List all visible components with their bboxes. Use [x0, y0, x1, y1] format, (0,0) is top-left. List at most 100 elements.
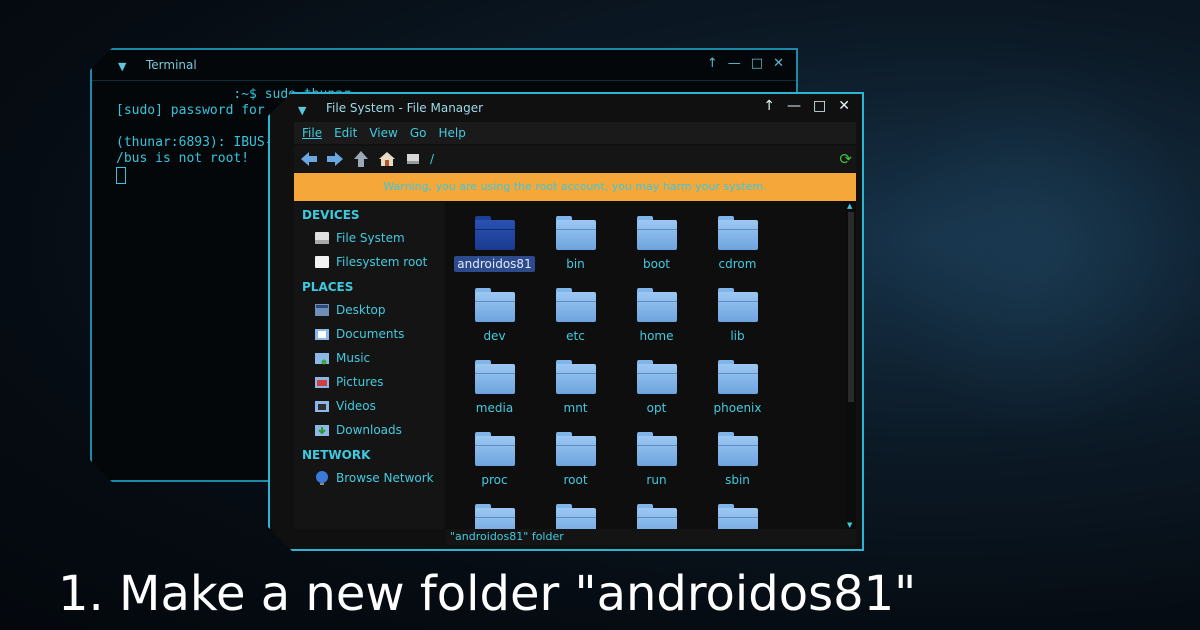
folder-name: opt [646, 401, 667, 415]
folder-item[interactable]: boot [616, 212, 697, 284]
back-arrow-icon[interactable] [300, 150, 318, 168]
path-label[interactable]: / [430, 152, 434, 166]
folder-item[interactable]: androidos81 [454, 212, 535, 284]
sidebar-item-music[interactable]: Music [294, 346, 444, 370]
sidebar-item-downloads[interactable]: Downloads [294, 418, 444, 442]
sidebar-item-pictures[interactable]: Pictures [294, 370, 444, 394]
sidebar-item-filesystem-root[interactable]: Filesystem root [294, 250, 444, 274]
folder-icon [718, 360, 758, 394]
devices-heading: DEVICES [302, 208, 360, 222]
folder-icon [556, 432, 596, 466]
folder-icon [475, 216, 515, 250]
folder-name: etc [566, 329, 585, 343]
drive-icon[interactable] [404, 150, 422, 168]
icon-view[interactable]: androidos81 bin boot cdrom dev etc home lib medi… [446, 202, 846, 529]
window-menu-icon[interactable]: ▼ [298, 104, 306, 117]
folder-item[interactable]: phoenix [697, 356, 778, 428]
folder-icon [556, 288, 596, 322]
folder-icon [637, 288, 677, 322]
terminal-maximize-button[interactable]: □ [751, 56, 763, 71]
sidebar-item-browse-network[interactable]: Browse Network [294, 466, 444, 490]
folder-icon [718, 288, 758, 322]
sidebar-item-label: Desktop [336, 303, 386, 317]
menu-file[interactable]: File [302, 122, 322, 144]
folder-item[interactable]: cdrom [697, 212, 778, 284]
fm-minimize-button[interactable]: — [787, 98, 801, 114]
folder-item[interactable]: home [616, 284, 697, 356]
file-manager-window[interactable]: ▼ File System - File Manager ↑ — □ ✕ Fil… [268, 92, 864, 551]
terminal-close-button[interactable]: ✕ [773, 56, 784, 71]
folder-icon [637, 216, 677, 250]
terminal-above-button[interactable]: ↑ [707, 56, 718, 71]
network-globe-icon [314, 470, 330, 486]
terminal-minimize-button[interactable]: — [728, 56, 741, 71]
menu-help[interactable]: Help [438, 122, 465, 144]
folder-icon [556, 216, 596, 250]
vertical-scrollbar[interactable]: ▲ ▼ [846, 202, 856, 529]
root-warning-banner: Warning, you are using the root account,… [294, 173, 856, 201]
folder-icon [718, 504, 758, 529]
scroll-down-arrow-icon[interactable]: ▼ [847, 521, 852, 529]
folder-icon [475, 432, 515, 466]
menu-edit[interactable]: Edit [334, 122, 357, 144]
window-menu-icon[interactable]: ▼ [118, 60, 126, 73]
folder-icon [718, 216, 758, 250]
forward-arrow-icon[interactable] [326, 150, 344, 168]
folder-icon [556, 360, 596, 394]
folder-item[interactable] [616, 500, 697, 529]
folder-item[interactable]: proc [454, 428, 535, 500]
reload-icon[interactable]: ⟳ [839, 150, 852, 168]
folder-item[interactable] [535, 500, 616, 529]
menu-go[interactable]: Go [410, 122, 427, 144]
folder-item[interactable]: mnt [535, 356, 616, 428]
sidebar-item-file-system[interactable]: File System [294, 226, 444, 250]
file-manager-titlebar[interactable]: ▼ File System - File Manager ↑ — □ ✕ [270, 94, 862, 122]
scroll-up-arrow-icon[interactable]: ▲ [847, 202, 852, 210]
sidebar-item-label: Browse Network [336, 471, 434, 485]
folder-icon [475, 360, 515, 394]
sidebar-item-videos[interactable]: Videos [294, 394, 444, 418]
folder-name: mnt [563, 401, 588, 415]
home-icon[interactable] [378, 150, 396, 168]
folder-icon [475, 504, 515, 529]
places-heading: PLACES [302, 280, 354, 294]
terminal-cursor [116, 167, 126, 184]
sidebar-item-label: Pictures [336, 375, 384, 389]
folder-item[interactable]: bin [535, 212, 616, 284]
sidebar-item-documents[interactable]: Documents [294, 322, 444, 346]
folder-name: boot [642, 257, 670, 271]
folder-icon [637, 360, 677, 394]
folder-item[interactable]: media [454, 356, 535, 428]
status-bar: "androidos81" folder [446, 529, 856, 545]
folder-item[interactable]: lib [697, 284, 778, 356]
fm-maximize-button[interactable]: □ [813, 98, 826, 114]
terminal-title: Terminal [146, 58, 197, 72]
folder-item[interactable]: opt [616, 356, 697, 428]
file-manager-window-controls: ↑ — □ ✕ [763, 98, 850, 114]
sidebar-item-label: Downloads [336, 423, 402, 437]
scrollbar-thumb[interactable] [848, 212, 854, 402]
folder-item[interactable]: sbin [697, 428, 778, 500]
fm-above-button[interactable]: ↑ [763, 98, 775, 114]
parent-folder-up-icon[interactable] [352, 150, 370, 168]
folder-name: media [475, 401, 514, 415]
folder-item[interactable]: etc [535, 284, 616, 356]
folder-item[interactable] [697, 500, 778, 529]
drive-icon [314, 254, 330, 270]
sidebar-item-desktop[interactable]: Desktop [294, 298, 444, 322]
fm-close-button[interactable]: ✕ [838, 98, 850, 114]
side-pane: DEVICES File System Filesystem root PLAC… [294, 202, 444, 529]
folder-icon [637, 432, 677, 466]
folder-name: home [639, 329, 674, 343]
folder-item[interactable]: dev [454, 284, 535, 356]
terminal-titlebar[interactable]: ▼ Terminal ↑ — □ ✕ [92, 50, 796, 81]
folder-item[interactable]: root [535, 428, 616, 500]
hard-drive-icon [314, 230, 330, 246]
folder-item[interactable] [454, 500, 535, 529]
folder-icon [556, 504, 596, 529]
menu-view[interactable]: View [369, 122, 397, 144]
folder-item[interactable]: run [616, 428, 697, 500]
folder-name: androidos81 [454, 256, 534, 272]
pictures-folder-icon [314, 374, 330, 390]
sidebar-item-label: Filesystem root [336, 255, 428, 269]
